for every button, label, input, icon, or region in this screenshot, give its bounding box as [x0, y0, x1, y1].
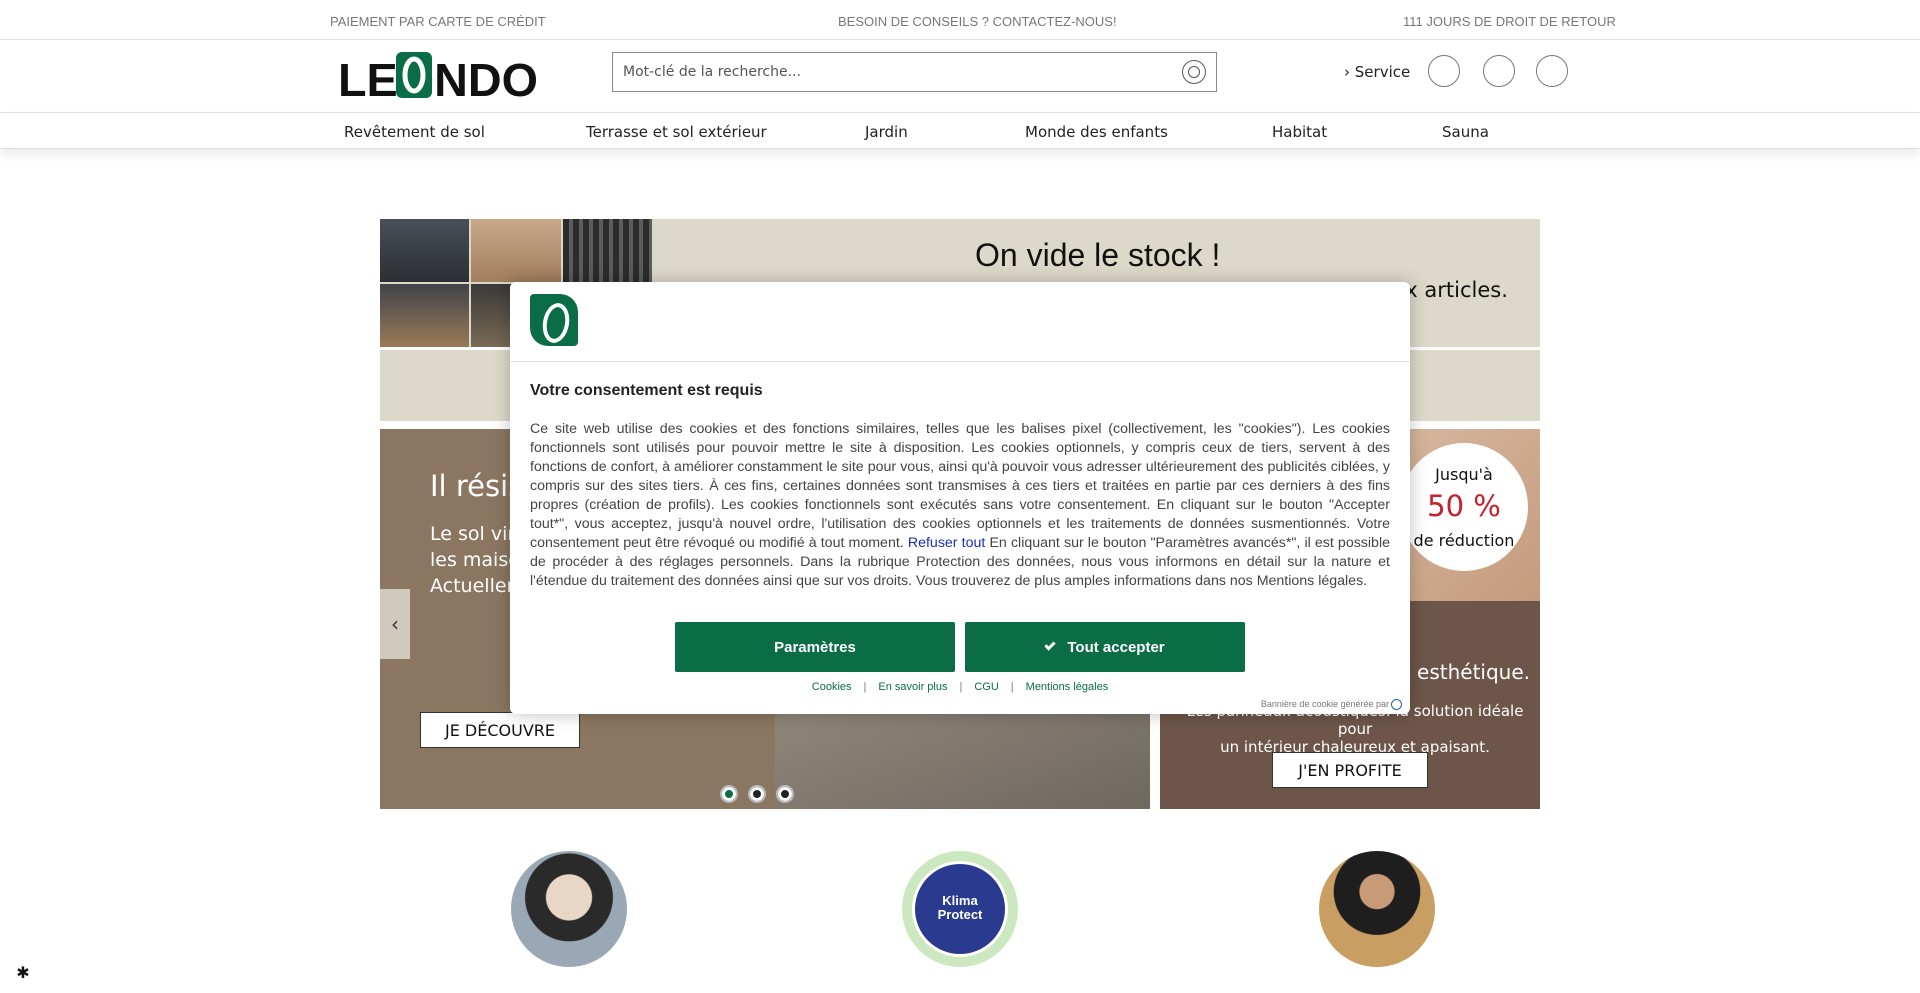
- checkmark-icon: [1044, 639, 1057, 651]
- search-input[interactable]: Mot-clé de la recherche...: [623, 64, 1182, 80]
- reject-all-link[interactable]: Refuser tout: [908, 535, 985, 551]
- legal-notice-link[interactable]: Mentions légales: [1026, 681, 1109, 693]
- cart-icon[interactable]: [1536, 55, 1568, 87]
- badge-bottom-text: de réduction: [1413, 531, 1515, 550]
- cookies-link[interactable]: Cookies: [812, 681, 852, 693]
- dialog-header: [510, 282, 1410, 362]
- chevron-right-icon: ›: [1344, 63, 1350, 81]
- dialog-title: Votre consentement est requis: [530, 382, 763, 399]
- accept-all-button[interactable]: Tout accepter: [965, 622, 1245, 672]
- payment-info: PAIEMENT PAR CARTE DE CRÉDIT: [330, 14, 546, 29]
- leondo-o-logo: [530, 294, 578, 346]
- cookie-icon: ✱: [16, 962, 30, 982]
- top-info-bar: PAIEMENT PAR CARTE DE CRÉDIT BESOIN DE C…: [0, 0, 1920, 40]
- cookiebot-icon[interactable]: [1391, 699, 1402, 711]
- dialog-body: Ce site web utilise des cookies et des f…: [530, 420, 1390, 591]
- klima-text: Klima: [942, 893, 978, 908]
- klima-protect-logo: Klima Protect: [912, 861, 1008, 957]
- nav-item-sauna[interactable]: Sauna: [1442, 123, 1489, 141]
- nav-item-kids[interactable]: Monde des enfants: [1025, 123, 1168, 141]
- generated-by-note: Bannière de cookie générée par: [1260, 699, 1402, 711]
- klima-protect-badge: Klima Protect: [902, 851, 1018, 967]
- logo-text: LEONDO: [338, 54, 538, 100]
- service-label: Service: [1354, 63, 1411, 81]
- nav-item-terrace[interactable]: Terrasse et sol extérieur: [586, 123, 767, 141]
- hero-title: On vide le stock !: [975, 237, 1221, 273]
- accept-label: Tout accepter: [1067, 638, 1165, 656]
- badge-value: 50 %: [1427, 489, 1501, 523]
- slide-text-line: Actueller: [430, 575, 515, 597]
- learn-more-link[interactable]: En savoir plus: [878, 681, 947, 693]
- slider-prev-button[interactable]: ‹: [380, 589, 410, 659]
- terms-link[interactable]: CGU: [974, 681, 998, 693]
- search-icon[interactable]: [1182, 60, 1206, 84]
- body-text: Ce site web utilise des cookies et des f…: [530, 421, 1390, 551]
- nav-item-garden[interactable]: Jardin: [865, 123, 908, 141]
- customer-service-image: [511, 851, 627, 967]
- advice-link[interactable]: BESOIN DE CONSEILS ? CONTACTEZ-NOUS!: [838, 14, 1117, 29]
- generated-by-text: Bannière de cookie générée par: [1260, 699, 1389, 709]
- discover-button[interactable]: JE DÉCOUVRE: [420, 712, 580, 748]
- nav-item-habitat[interactable]: Habitat: [1272, 123, 1327, 141]
- delivery-image: [1319, 851, 1435, 967]
- slider-dots: [720, 785, 794, 803]
- main-nav: Revêtement de sol Terrasse et sol extéri…: [0, 112, 1920, 149]
- dialog-links: Cookies | En savoir plus | CGU | Mentions léga…: [811, 681, 1109, 693]
- slide-text-line: les maiso: [430, 549, 520, 571]
- chevron-left-icon: ‹: [391, 612, 399, 636]
- leondo-logo[interactable]: LEONDO: [338, 52, 538, 100]
- cookie-consent-dialog: Votre consentement est requis Ce site we…: [510, 282, 1410, 714]
- profit-button[interactable]: J'EN PROFITE: [1272, 752, 1428, 788]
- slider-dot-3[interactable]: [776, 785, 794, 803]
- heart-icon[interactable]: [1428, 55, 1460, 87]
- service-menu[interactable]: › Service: [1344, 63, 1410, 81]
- slide-text: Le sol vin les maiso Actueller: [430, 521, 520, 599]
- promo-title: esthétique.: [1417, 660, 1530, 684]
- slide-text-line: Le sol vin: [430, 523, 520, 545]
- user-icon[interactable]: [1483, 55, 1515, 87]
- badge-top-text: Jusqu'à: [1435, 465, 1493, 484]
- slider-dot-1[interactable]: [720, 785, 738, 803]
- nav-item-flooring[interactable]: Revêtement de sol: [344, 123, 485, 141]
- returns-info: 111 JOURS DE DROIT DE RETOUR: [1403, 14, 1616, 29]
- discount-badge: Jusqu'à 50 % de réduction: [1400, 443, 1528, 571]
- cookie-settings-button[interactable]: ✱: [10, 959, 36, 985]
- klima-text: Protect: [937, 907, 983, 922]
- site-header: LEONDO Mot-clé de la recherche... › Serv…: [0, 40, 1920, 112]
- settings-button[interactable]: Paramètres: [675, 622, 955, 672]
- search-bar[interactable]: Mot-clé de la recherche...: [612, 52, 1217, 92]
- slider-dot-2[interactable]: [748, 785, 766, 803]
